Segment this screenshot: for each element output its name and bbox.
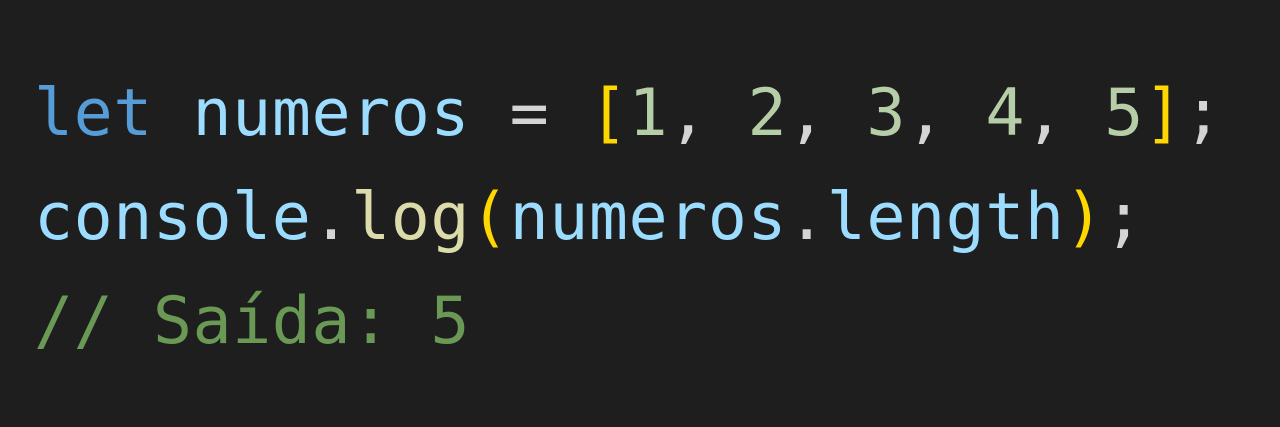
identifier-console: console: [34, 180, 312, 255]
code-line-3: // Saída: 5: [34, 270, 1280, 374]
keyword-let: let: [34, 76, 153, 151]
number-literal: 5: [1104, 76, 1144, 151]
code-comment: // Saída: 5: [34, 284, 470, 359]
comma-separator: ,: [668, 76, 748, 151]
number-literal: 3: [866, 76, 907, 151]
identifier-numeros: numeros: [192, 76, 470, 151]
code-line-1: let numeros = [1, 2, 3, 4, 5];: [34, 62, 1280, 166]
identifier-numeros: numeros: [509, 180, 788, 255]
property-length: length: [826, 180, 1065, 255]
assignment-operator: =: [509, 76, 550, 151]
member-dot: .: [311, 180, 352, 255]
member-dot: .: [787, 180, 827, 255]
open-paren: (: [469, 180, 510, 255]
method-log: log: [351, 180, 470, 255]
comma-separator: ,: [906, 76, 986, 151]
code-line-2: console.log(numeros.length);: [34, 166, 1280, 270]
number-literal: 1: [628, 76, 669, 151]
comma-separator: ,: [1024, 76, 1105, 151]
semicolon: ;: [1183, 76, 1224, 151]
close-paren: ): [1064, 180, 1105, 255]
open-bracket: [: [588, 76, 629, 151]
number-literal: 2: [747, 76, 788, 151]
number-literal: 4: [985, 76, 1025, 151]
semicolon: ;: [1104, 180, 1144, 255]
comma-separator: ,: [787, 76, 867, 151]
code-editor[interactable]: let numeros = [1, 2, 3, 4, 5]; console.l…: [0, 0, 1280, 427]
close-bracket: ]: [1143, 76, 1184, 151]
